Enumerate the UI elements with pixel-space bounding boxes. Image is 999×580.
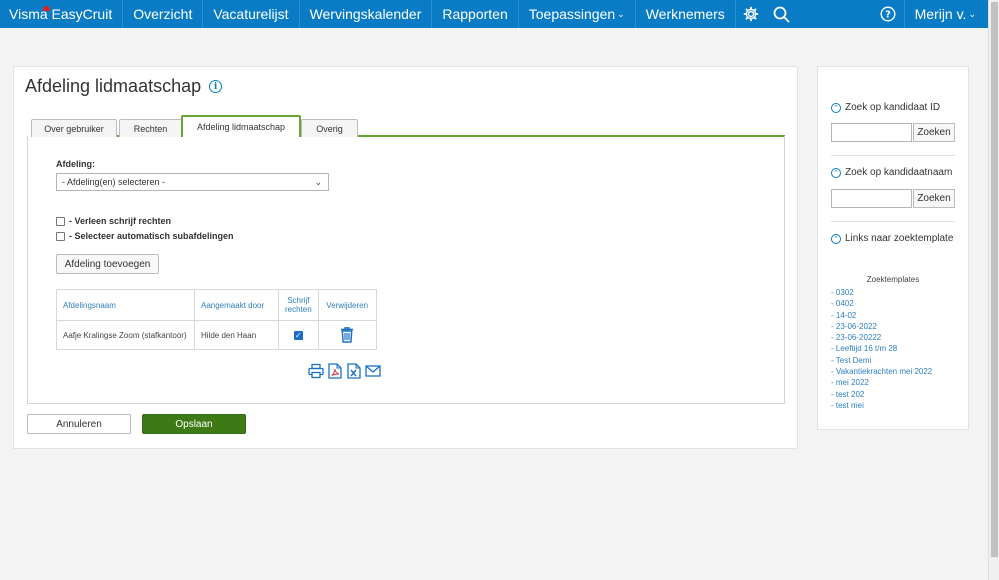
templates-title: Zoektemplates — [866, 275, 920, 284]
logo[interactable]: Visma EasyCruit — [0, 0, 122, 28]
links-title: Links naar zoektemplate — [845, 233, 954, 244]
list-item[interactable]: - Test Demi — [831, 355, 932, 366]
tab-bar: Over gebruiker Rechten Afdeling lidmaats… — [31, 115, 785, 137]
collapse-up-icon: ⌃ — [831, 102, 841, 113]
search-name-title: Zoek op kandidaatnaam — [845, 167, 953, 178]
nav-wervingskalender[interactable]: Wervingskalender — [298, 0, 432, 28]
tab-label: Overig — [316, 123, 343, 134]
svg-text:?: ? — [885, 10, 891, 21]
nav-label: Rapporten — [442, 6, 508, 22]
tab-over-gebruiker[interactable]: Over gebruiker — [31, 119, 117, 137]
department-table: Afdelingsnaam Aangemaakt door Schrijf re… — [56, 289, 377, 350]
templates-list: - 0302 - 0402 - 14-02 - 23-06-2022 - 23-… — [831, 287, 932, 411]
list-item[interactable]: - 23-06-2022 — [831, 321, 932, 332]
nav-label: Vacaturelijst — [213, 6, 289, 22]
nav-label: Werknemers — [645, 6, 725, 22]
cell-schrijf-rechten: ✓ — [278, 320, 319, 350]
search-id-title: Zoek op kandidaat ID — [845, 102, 941, 113]
nav-overzicht[interactable]: Overzicht — [122, 0, 202, 28]
tab-label: Afdeling lidmaatschap — [196, 122, 286, 132]
chevron-down-icon: ⌄ — [968, 8, 976, 19]
write-rights-checkbox[interactable] — [56, 216, 65, 226]
nav-label: Overzicht — [133, 6, 193, 22]
page-scrollbar[interactable] — [988, 0, 999, 580]
nav-rapporten[interactable]: Rapporten — [431, 0, 517, 28]
list-item[interactable]: - mei 2022 — [831, 377, 932, 388]
search-name-button[interactable]: Zoeken — [913, 189, 955, 208]
tab-rechten[interactable]: Rechten — [119, 119, 182, 137]
save-button[interactable]: Opslaan — [142, 414, 246, 434]
collapse-up-icon: ⌃ — [831, 167, 841, 178]
nav-toepassingen[interactable]: Toepassingen ⌄ — [517, 0, 635, 28]
help-icon[interactable]: ? — [872, 0, 904, 28]
col-aangemaakt-door[interactable]: Aangemaakt door — [194, 289, 279, 321]
col-afdelingsnaam[interactable]: Afdelingsnaam — [56, 289, 195, 321]
list-item[interactable]: - 0402 — [831, 298, 932, 309]
print-icon[interactable] — [307, 362, 324, 379]
search-side-panel: ⌃ Zoek op kandidaat ID Zoeken ⌃ Zoek op … — [817, 66, 969, 430]
user-name: Merijn v. — [914, 6, 967, 22]
cell-verwijderen — [317, 320, 377, 350]
gear-icon[interactable] — [734, 0, 766, 28]
scrollbar-thumb[interactable] — [991, 2, 998, 557]
nav-label: Toepassingen — [528, 6, 616, 22]
excel-icon[interactable] — [345, 362, 362, 379]
nav-vacaturelijst[interactable]: Vacaturelijst — [202, 0, 298, 28]
chevron-down-icon: ⌄ — [617, 8, 625, 19]
write-rights-checkbox-checked[interactable]: ✓ — [293, 330, 303, 340]
cancel-button[interactable]: Annuleren — [27, 414, 131, 434]
write-rights-row: - Verleen schrijf rechten — [56, 216, 171, 226]
page-title: Afdeling lidmaatschap i — [25, 76, 223, 97]
santa-hat-icon — [43, 6, 50, 11]
links-header[interactable]: ⌃ Links naar zoektemplate — [831, 233, 953, 244]
col-schrijf-rechten[interactable]: Schrijf rechten — [278, 289, 319, 321]
logo-text: Visma EasyCruit — [9, 6, 113, 22]
list-item[interactable]: - Vakantiekrachten mei 2022 — [831, 366, 932, 377]
trash-icon[interactable] — [339, 326, 355, 345]
divider — [831, 221, 955, 222]
main-panel: Afdeling lidmaatschap i Over gebruiker R… — [13, 66, 798, 449]
add-department-button[interactable]: Afdeling toevoegen — [56, 254, 159, 274]
nav-label: Wervingskalender — [309, 6, 422, 22]
list-item[interactable]: - 14-02 — [831, 310, 932, 321]
list-item[interactable]: - 23-06-20222 — [831, 332, 932, 343]
list-item[interactable]: - Leeftijd 16 t/m 28 — [831, 343, 932, 354]
collapse-up-icon: ⌃ — [831, 233, 841, 244]
page-title-text: Afdeling lidmaatschap — [25, 76, 202, 96]
tab-label: Rechten — [133, 123, 168, 134]
subdepartments-label: - Selecteer automatisch subafdelingen — [69, 231, 234, 241]
afdeling-select-value: - Afdeling(en) selecteren - — [62, 177, 166, 187]
write-rights-label: - Verleen schrijf rechten — [69, 216, 172, 226]
table-row: Aafje Kralingse Zoom (stafkantoor) Hilde… — [56, 320, 377, 350]
col-verwijderen[interactable]: Verwijderen — [317, 289, 377, 321]
cell-aangemaakt-door: Hilde den Haan — [194, 320, 279, 350]
table-header-row: Afdelingsnaam Aangemaakt door Schrijf re… — [56, 289, 377, 321]
afdeling-select[interactable]: - Afdeling(en) selecteren - ⌄ — [56, 173, 329, 191]
nav-werknemers[interactable]: Werknemers — [634, 0, 735, 28]
tab-overig[interactable]: Overig — [301, 119, 358, 137]
search-icon[interactable] — [766, 0, 797, 28]
search-name-header[interactable]: ⌃ Zoek op kandidaatnaam — [831, 167, 952, 178]
tab-afdeling-lidmaatschap[interactable]: Afdeling lidmaatschap — [181, 115, 301, 137]
info-icon[interactable]: i — [209, 80, 223, 93]
tab-label: Over gebruiker — [44, 123, 104, 134]
search-id-header[interactable]: ⌃ Zoek op kandidaat ID — [831, 102, 940, 113]
email-icon[interactable] — [364, 362, 381, 379]
chevron-down-icon: ⌄ — [314, 177, 322, 187]
divider — [831, 155, 955, 156]
subdepartments-row: - Selecteer automatisch subafdelingen — [56, 231, 234, 241]
cell-afdelingsnaam: Aafje Kralingse Zoom (stafkantoor) — [56, 320, 195, 350]
list-item[interactable]: - 0302 — [831, 287, 932, 298]
list-item[interactable]: - test mei — [831, 400, 932, 411]
list-item[interactable]: - test 202 — [831, 389, 932, 400]
pdf-icon[interactable] — [326, 362, 343, 379]
candidate-id-input[interactable] — [831, 123, 912, 142]
export-toolbar — [307, 362, 381, 379]
afdeling-label: Afdeling: — [56, 159, 95, 169]
top-navigation: Visma EasyCruit Overzicht Vacaturelijst … — [0, 0, 988, 28]
user-menu[interactable]: Merijn v. ⌄ — [903, 0, 988, 28]
subdepartments-checkbox[interactable] — [56, 231, 65, 241]
search-id-button[interactable]: Zoeken — [913, 123, 955, 142]
candidate-name-input[interactable] — [831, 189, 912, 208]
